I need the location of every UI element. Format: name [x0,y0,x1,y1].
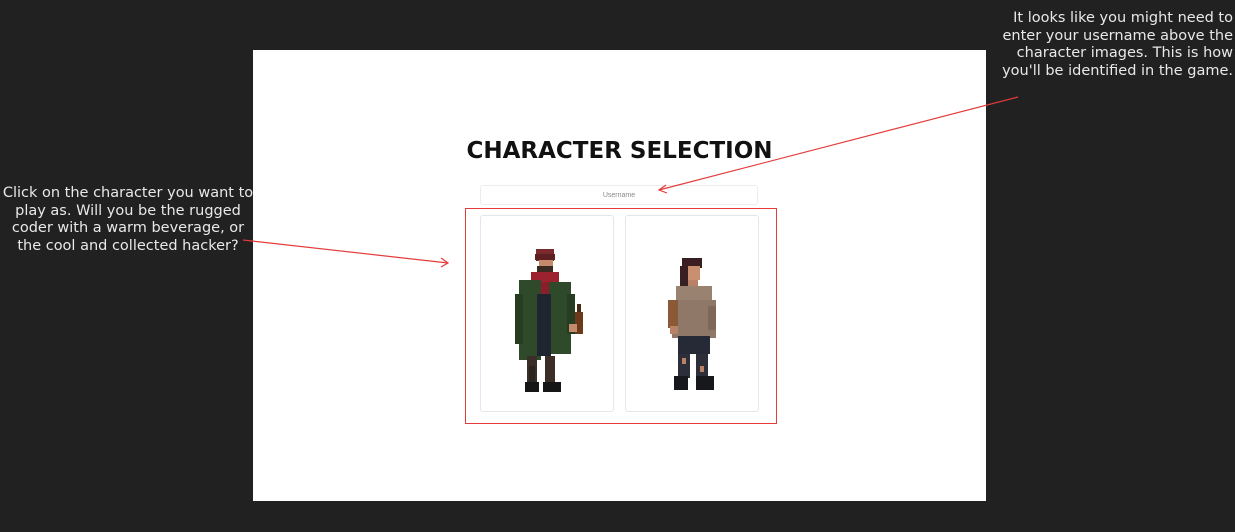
arrow-to-username [657,96,1019,194]
annotation-arrows [242,96,1019,268]
screen: CHARACTER SELECTION Username Click on th… [0,0,1235,532]
arrow-to-characters [242,239,450,268]
